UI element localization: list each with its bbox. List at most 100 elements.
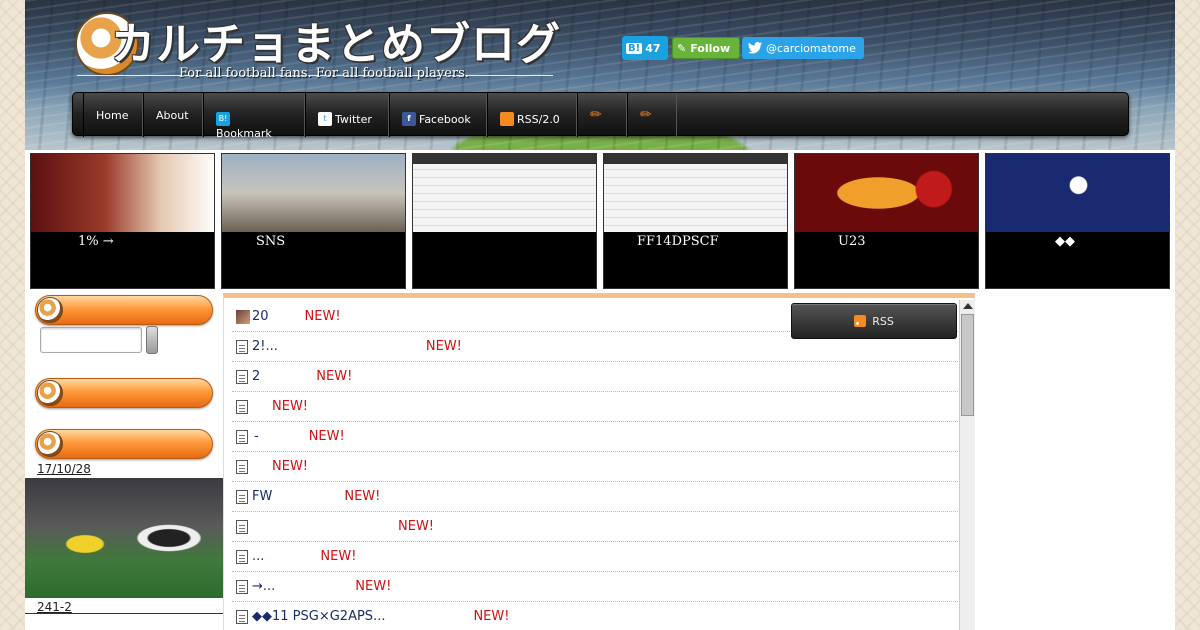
sidebar-article-photo[interactable] xyxy=(25,478,225,598)
featured-article[interactable] xyxy=(412,153,597,289)
avatar-thumbnail-icon xyxy=(236,309,250,324)
list-item[interactable]: →... NEW! xyxy=(232,572,958,602)
document-icon xyxy=(236,549,248,564)
list-item[interactable]: ◆◆11 PSG×G2APS... NEW! xyxy=(232,602,958,630)
new-badge: NEW! xyxy=(320,549,357,564)
featured-article[interactable]: ◆◆ xyxy=(985,153,1170,289)
article-title[interactable]: ◆◆11 PSG×G2APS... xyxy=(252,609,385,624)
sidebar-article-date[interactable]: 17/10/28 xyxy=(37,462,91,476)
article-title[interactable]: FW xyxy=(252,489,272,504)
article-title[interactable]: 2!... xyxy=(252,339,278,354)
sidebar-heading xyxy=(35,429,213,459)
list-item[interactable]: - NEW! xyxy=(232,422,958,452)
site-header: カルチョまとめブログ For all football fans. For al… xyxy=(25,0,1175,150)
rss-label: RSS xyxy=(872,314,894,328)
nav-item-bookmark[interactable]: B! Bookmark xyxy=(203,93,305,137)
feedly-icon: ✎ xyxy=(677,41,687,55)
featured-title: 1% → xyxy=(78,234,114,249)
site-title[interactable]: カルチョまとめブログ xyxy=(111,8,561,72)
featured-articles: 1% → SNS FF14DPSCF U23 ◆◆ xyxy=(30,153,1170,289)
nav-item-pen-1[interactable]: ✏ xyxy=(577,93,627,137)
featured-thumbnail xyxy=(413,154,596,232)
rss-icon xyxy=(854,315,867,327)
featured-thumbnail xyxy=(31,154,214,232)
twitter-icon: t xyxy=(318,112,332,126)
twitter-bird-icon xyxy=(748,42,762,54)
list-item[interactable]: FW NEW! xyxy=(232,482,958,512)
new-badge: NEW! xyxy=(355,579,392,594)
document-icon xyxy=(236,339,248,354)
featured-article[interactable]: SNS xyxy=(221,153,406,289)
nav-item-facebook[interactable]: f Facebook xyxy=(389,93,487,137)
featured-title: U23 xyxy=(838,234,866,249)
follow-button[interactable]: ✎ Follow xyxy=(672,37,740,59)
featured-article[interactable]: 1% → xyxy=(30,153,215,289)
list-item[interactable]: ... NEW! xyxy=(232,542,958,572)
list-item[interactable]: NEW! xyxy=(232,452,958,482)
list-item[interactable]: 2 NEW! xyxy=(232,362,958,392)
document-icon xyxy=(236,519,248,534)
article-title[interactable]: 20 xyxy=(252,309,269,324)
article-title[interactable]: →... xyxy=(252,579,275,594)
document-icon xyxy=(236,369,248,384)
new-badge: NEW! xyxy=(398,519,435,534)
nav-label-about: About xyxy=(156,108,189,122)
twitter-handle: @carciomatome xyxy=(766,41,856,55)
follow-label: Follow xyxy=(690,41,731,55)
nav-item-rss[interactable]: RSS/2.0 xyxy=(487,93,577,137)
soccer-ball-icon xyxy=(37,297,63,323)
sidebar-article-caption[interactable]: 241-2 xyxy=(37,600,72,614)
page: カルチョまとめブログ For all football fans. For al… xyxy=(25,0,1175,630)
nav-label-rss: RSS/2.0 xyxy=(517,112,560,126)
list-item[interactable]: NEW! xyxy=(232,512,958,542)
featured-thumbnail xyxy=(604,154,787,232)
new-badge: NEW! xyxy=(308,429,345,444)
nav-item-about[interactable]: About xyxy=(143,93,203,137)
nav-item-twitter[interactable]: t Twitter xyxy=(305,93,389,137)
featured-title: ◆◆ xyxy=(1055,234,1075,249)
featured-title: SNS xyxy=(256,234,286,249)
hatena-icon: B! xyxy=(216,112,230,126)
new-badge: NEW! xyxy=(316,369,353,384)
sidebar-heading-search xyxy=(35,295,213,325)
document-icon xyxy=(236,609,248,624)
document-icon xyxy=(236,399,248,414)
new-badge: NEW! xyxy=(425,339,462,354)
document-icon xyxy=(236,579,248,594)
nav-label-facebook: Facebook xyxy=(419,112,471,126)
soccer-ball-icon xyxy=(37,431,63,457)
article-title[interactable]: ... xyxy=(252,549,264,564)
article-list-panel: 20 NEW! 2!... NEW! 2 NEW! NEW! - NEW! NE… xyxy=(223,293,975,630)
nav-label-bookmark: Bookmark xyxy=(216,128,272,137)
rss-subscribe-button[interactable]: RSS xyxy=(791,303,957,339)
featured-thumbnail xyxy=(795,154,978,232)
search-input[interactable] xyxy=(40,327,142,353)
new-badge: NEW! xyxy=(272,459,309,474)
document-icon xyxy=(236,489,248,504)
document-icon xyxy=(236,459,248,474)
hatena-bookmark-button[interactable]: B! 47 xyxy=(622,36,668,60)
nav-item-home[interactable]: Home xyxy=(83,93,143,137)
article-title[interactable]: 2 xyxy=(252,369,260,384)
hatena-count: 47 xyxy=(645,41,661,55)
article-list: 20 NEW! 2!... NEW! 2 NEW! NEW! - NEW! NE… xyxy=(232,302,958,630)
twitter-follow-button[interactable]: @carciomatome xyxy=(742,37,864,59)
soccer-ball-icon xyxy=(37,380,63,406)
new-badge: NEW! xyxy=(304,309,341,324)
featured-thumbnail xyxy=(986,154,1169,232)
list-item[interactable]: NEW! xyxy=(232,392,958,422)
featured-article[interactable]: FF14DPSCF xyxy=(603,153,788,289)
search-button[interactable] xyxy=(146,326,158,354)
featured-article[interactable]: U23 xyxy=(794,153,979,289)
featured-thumbnail xyxy=(222,154,405,232)
list-scrollbar[interactable] xyxy=(959,300,975,630)
nav-item-pen-2[interactable]: ✏ xyxy=(627,93,677,137)
article-title[interactable]: - xyxy=(254,429,259,444)
nav-label-home: Home xyxy=(96,108,129,122)
sidebar-divider xyxy=(25,613,225,614)
scroll-up-arrow-icon[interactable] xyxy=(963,303,973,309)
scrollbar-thumb[interactable] xyxy=(961,314,974,416)
sidebar: 17/10/28 241-2 xyxy=(25,293,225,630)
new-badge: NEW! xyxy=(272,399,309,414)
hatena-icon: B! xyxy=(626,42,643,54)
